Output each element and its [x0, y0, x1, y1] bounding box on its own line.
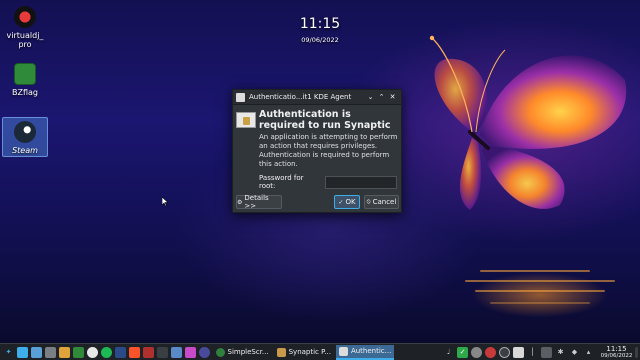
network-icon[interactable]: ◆ — [569, 347, 580, 358]
reflection-line — [475, 290, 605, 292]
auth-icon — [338, 346, 348, 356]
desktop-icon-bzflag[interactable]: BZflag — [2, 63, 48, 97]
media-player-icon[interactable] — [185, 346, 196, 358]
chevron-down-icon[interactable]: ⌄ — [365, 93, 376, 101]
ok-button-label: OK — [345, 198, 356, 206]
dialog-app-icon — [236, 92, 245, 102]
text-editor-icon[interactable] — [45, 346, 56, 358]
synaptic-icon — [276, 347, 286, 357]
bzflag-icon — [14, 63, 36, 85]
taskbar-clock-time: 11:15 — [606, 344, 627, 353]
dialog-titlebar[interactable]: Authenticatio...it1 KDE Agent ⌄ ⌃ ✕ — [233, 90, 401, 105]
desktop-clock-time: 11:15 — [299, 16, 341, 32]
password-row: Password for root: — [259, 174, 397, 190]
desktop-icon-label: BZflag — [12, 88, 38, 97]
task-label: Synaptic P... — [288, 348, 331, 356]
terminal-icon[interactable] — [115, 346, 126, 358]
simplescreenrecorder-icon — [215, 347, 225, 357]
bzflag-launcher-icon[interactable] — [73, 346, 84, 358]
virtualdj-launcher-icon[interactable] — [143, 346, 154, 358]
reflection-line — [490, 302, 590, 304]
steam-tray-icon[interactable] — [499, 346, 510, 358]
record-icon[interactable] — [471, 346, 482, 358]
desktop-icon-label: Steam — [12, 146, 38, 155]
kdeconnect-icon[interactable] — [171, 346, 182, 358]
chrome-icon[interactable] — [87, 346, 98, 358]
close-icon[interactable]: ✕ — [387, 93, 398, 101]
password-input[interactable] — [325, 175, 397, 189]
task-label: Authentic... — [350, 347, 392, 355]
task-label: SimpleScr... — [227, 348, 269, 356]
taskbar-clock-date: 09/06/2022 — [600, 352, 633, 359]
password-label: Password for root: — [259, 174, 304, 190]
details-icon: ⚙ — [237, 198, 243, 206]
dialog-title: Authenticatio...it1 KDE Agent — [249, 93, 352, 101]
desktop-icon-steam[interactable]: Steam — [2, 117, 48, 157]
dialog-heading: Authentication is required to run Synapt… — [259, 109, 391, 131]
bluetooth-icon[interactable]: ✱ — [555, 347, 566, 358]
show-desktop-icon[interactable] — [17, 346, 28, 358]
butterfly-image — [429, 35, 627, 210]
steam-icon — [14, 121, 36, 143]
dialog-body: Authentication is required to run Synapt… — [233, 105, 401, 190]
spotify-icon[interactable] — [101, 346, 112, 358]
tray-expand-icon[interactable]: ▴ — [583, 347, 594, 358]
dialog-description: An application is attempting to perform … — [259, 133, 398, 168]
steam-launcher-icon[interactable] — [199, 346, 210, 358]
task-synaptic[interactable]: Synaptic P... — [274, 345, 334, 360]
task-authentication[interactable]: Authentic... — [335, 344, 395, 360]
taskbar: ✦ SimpleScr... Synaptic P... Authentic..… — [0, 343, 640, 360]
cancel-icon: ⦸ — [366, 198, 371, 205]
updates-icon[interactable]: ✓ — [457, 346, 468, 358]
desktop-clock-date: 09/06/2022 — [301, 36, 339, 44]
authentication-dialog: Authenticatio...it1 KDE Agent ⌄ ⌃ ✕ Auth… — [232, 89, 402, 213]
microphone-icon[interactable]: ♩ — [443, 347, 454, 358]
volume-icon[interactable]: │ — [527, 347, 538, 358]
lock-icon — [236, 112, 256, 128]
mouse-cursor-icon — [162, 197, 168, 206]
details-button[interactable]: ⚙ Details >> — [236, 194, 282, 210]
details-button-label: Details >> — [244, 194, 269, 210]
ok-button[interactable]: ✓ OK — [334, 195, 360, 209]
cancel-button[interactable]: ⦸ Cancel — [364, 195, 399, 209]
water-reflection — [440, 255, 640, 343]
peek-desktop-button[interactable] — [635, 346, 638, 358]
clipboard-icon[interactable] — [513, 346, 524, 358]
taskbar-clock[interactable]: 11:15 09/06/2022 — [600, 344, 634, 359]
chevron-up-icon[interactable]: ⌃ — [376, 93, 387, 101]
system-monitor-icon[interactable] — [157, 346, 168, 358]
application-launcher-icon[interactable]: ✦ — [3, 347, 14, 358]
vlc-icon[interactable] — [59, 346, 70, 358]
stop-recording-icon[interactable] — [485, 346, 496, 358]
battery-icon[interactable] — [541, 346, 552, 358]
task-simplescreenrecorder[interactable]: SimpleScr... — [213, 345, 272, 360]
cancel-button-label: Cancel — [372, 198, 397, 206]
file-manager-icon[interactable] — [31, 346, 42, 358]
reflection-line — [465, 280, 615, 282]
reflection-line — [480, 270, 590, 272]
brave-icon[interactable] — [129, 346, 140, 358]
check-icon: ✓ — [338, 198, 344, 206]
